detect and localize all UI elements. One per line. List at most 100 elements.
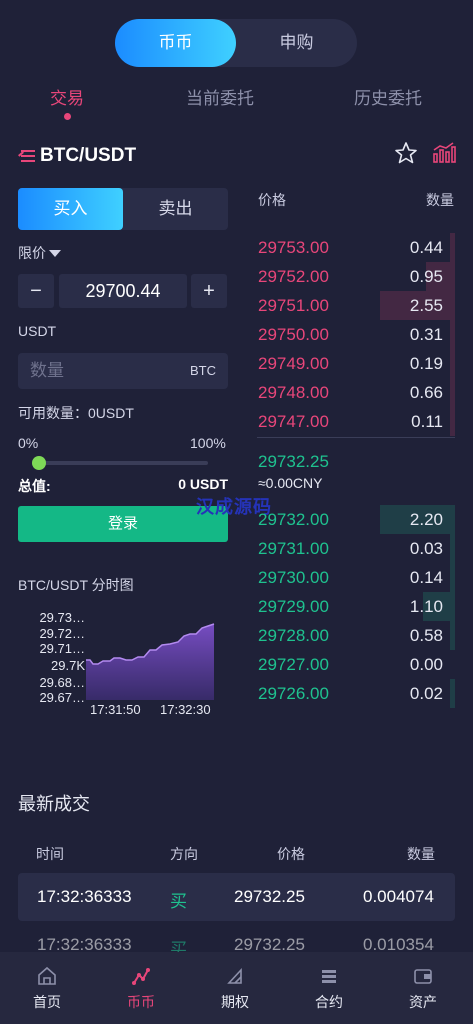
menu-icon[interactable] bbox=[18, 149, 38, 163]
ask-depth-bar bbox=[450, 320, 455, 349]
bid-row[interactable]: 29731.00 0.03 bbox=[257, 534, 455, 563]
nav-options[interactable]: 期权 bbox=[188, 952, 282, 1024]
ask-price: 29749.00 bbox=[258, 354, 329, 373]
ask-qty: 0.66 bbox=[409, 383, 443, 402]
caret-down-icon bbox=[49, 249, 61, 257]
tab-trade[interactable]: 交易 bbox=[50, 84, 84, 109]
ask-price: 29748.00 bbox=[258, 383, 329, 402]
ask-price: 29747.00 bbox=[258, 412, 329, 431]
kline-chart-icon[interactable] bbox=[432, 141, 456, 165]
bid-row[interactable]: 29732.00 2.20 bbox=[257, 505, 455, 534]
ask-row[interactable]: 29750.00 0.31 bbox=[257, 320, 455, 349]
last-price-cny: ≈0.00CNY bbox=[258, 475, 323, 491]
switch-spot[interactable]: 币币 bbox=[115, 19, 236, 67]
bid-price: 29727.00 bbox=[258, 655, 329, 674]
bid-qty: 0.00 bbox=[409, 655, 443, 674]
trades-header-qty: 数量 bbox=[407, 846, 435, 862]
nav-spot[interactable]: 币币 bbox=[94, 952, 188, 1024]
mini-chart-title: BTC/USDT 分时图 bbox=[18, 577, 134, 593]
amount-slider-track[interactable] bbox=[36, 461, 208, 465]
nav-home[interactable]: 首页 bbox=[0, 952, 94, 1024]
ask-row[interactable]: 29751.00 2.55 bbox=[257, 291, 455, 320]
nav-label: 币币 bbox=[127, 994, 155, 1010]
bid-row[interactable]: 29729.00 1.10 bbox=[257, 592, 455, 621]
bid-row[interactable]: 29726.00 0.02 bbox=[257, 679, 455, 708]
x-tick: 17:32:30 bbox=[160, 702, 211, 717]
tab-order-history[interactable]: 历史委托 bbox=[354, 84, 422, 109]
amount-slider-handle[interactable] bbox=[32, 456, 46, 470]
ask-row[interactable]: 29749.00 0.19 bbox=[257, 349, 455, 378]
trade-row: 17:32:36333 买 29732.25 0.004074 bbox=[18, 873, 455, 921]
bid-row[interactable]: 29728.00 0.58 bbox=[257, 621, 455, 650]
trade-direction: 买 bbox=[170, 892, 187, 911]
y-tick: 29.73… bbox=[39, 610, 85, 625]
bid-qty: 0.14 bbox=[409, 568, 443, 587]
orderbook-qty-header: 数量 bbox=[426, 192, 454, 208]
quantity-unit: BTC bbox=[190, 363, 216, 378]
last-price: 29732.25 bbox=[258, 452, 329, 471]
spot-icon bbox=[132, 968, 150, 985]
bid-qty: 0.58 bbox=[409, 626, 443, 645]
mini-price-chart: 29.73… 29.72… 29.71… 29.7K 29.68… 29.67…… bbox=[39, 610, 215, 717]
bid-row[interactable]: 29730.00 0.14 bbox=[257, 563, 455, 592]
switch-subscribe[interactable]: 申购 bbox=[236, 19, 357, 67]
bid-price: 29732.00 bbox=[258, 510, 329, 529]
trades-header-price: 价格 bbox=[277, 846, 305, 862]
y-tick: 29.71… bbox=[39, 641, 85, 656]
bid-qty: 0.02 bbox=[409, 684, 443, 703]
currency-label: USDT bbox=[18, 323, 57, 339]
nav-label: 期权 bbox=[221, 994, 249, 1010]
orderbook-price-header: 价格 bbox=[258, 192, 286, 208]
bid-depth-bar bbox=[450, 621, 455, 650]
wallet-icon bbox=[414, 969, 432, 984]
contract-icon bbox=[322, 970, 336, 983]
ask-row[interactable]: 29752.00 0.95 bbox=[257, 262, 455, 291]
price-increase-button[interactable]: + bbox=[191, 274, 227, 308]
ask-depth-bar bbox=[450, 233, 455, 262]
ask-qty: 0.95 bbox=[409, 267, 443, 286]
bid-depth-bar bbox=[450, 563, 455, 592]
ask-price: 29751.00 bbox=[258, 296, 329, 315]
ask-depth-bar bbox=[450, 407, 455, 436]
buy-button[interactable]: 买入 bbox=[18, 188, 123, 230]
ask-price: 29753.00 bbox=[258, 238, 329, 257]
options-icon bbox=[227, 967, 242, 984]
market-switch: 币币 申购 bbox=[115, 19, 357, 67]
nav-label: 首页 bbox=[33, 994, 61, 1010]
bid-qty: 0.03 bbox=[409, 539, 443, 558]
ask-depth-bar bbox=[450, 349, 455, 378]
ask-qty: 0.11 bbox=[411, 412, 443, 431]
trades-header-time: 时间 bbox=[36, 846, 64, 862]
nav-contract[interactable]: 合约 bbox=[282, 952, 376, 1024]
nav-label: 资产 bbox=[409, 994, 437, 1010]
active-tab-indicator bbox=[64, 113, 71, 120]
price-area bbox=[86, 624, 214, 700]
ask-row[interactable]: 29747.00 0.11 bbox=[257, 407, 455, 436]
pair-header[interactable]: BTC/USDT bbox=[18, 143, 136, 169]
percent-max-label: 100% bbox=[190, 435, 226, 451]
trade-price: 29732.25 bbox=[234, 887, 305, 906]
trades-header-direction: 方向 bbox=[170, 846, 198, 862]
sell-button[interactable]: 卖出 bbox=[123, 188, 228, 230]
order-type-select[interactable]: 限价 bbox=[18, 243, 61, 263]
y-tick: 29.72… bbox=[39, 626, 85, 641]
ask-row[interactable]: 29748.00 0.66 bbox=[257, 378, 455, 407]
bid-row[interactable]: 29727.00 0.00 bbox=[257, 650, 455, 679]
buy-sell-toggle: 买入 卖出 bbox=[18, 188, 228, 230]
quantity-field: BTC bbox=[18, 353, 228, 389]
bid-price: 29729.00 bbox=[258, 597, 329, 616]
ask-qty: 0.31 bbox=[409, 325, 443, 344]
y-tick: 29.7K bbox=[51, 658, 85, 673]
tab-open-orders[interactable]: 当前委托 bbox=[186, 84, 254, 109]
ask-price: 29752.00 bbox=[258, 267, 329, 286]
price-input[interactable]: 29700.44 bbox=[59, 274, 187, 308]
y-tick: 29.68… bbox=[39, 675, 85, 690]
nav-assets[interactable]: 资产 bbox=[376, 952, 470, 1024]
quantity-input[interactable] bbox=[30, 353, 170, 389]
orderbook-divider bbox=[257, 437, 455, 438]
ask-row[interactable]: 29753.00 0.44 bbox=[257, 233, 455, 262]
price-decrease-button[interactable]: − bbox=[18, 274, 54, 308]
favorite-star-icon[interactable] bbox=[394, 141, 418, 165]
ask-qty: 2.55 bbox=[409, 296, 443, 315]
bid-qty: 2.20 bbox=[409, 510, 443, 529]
